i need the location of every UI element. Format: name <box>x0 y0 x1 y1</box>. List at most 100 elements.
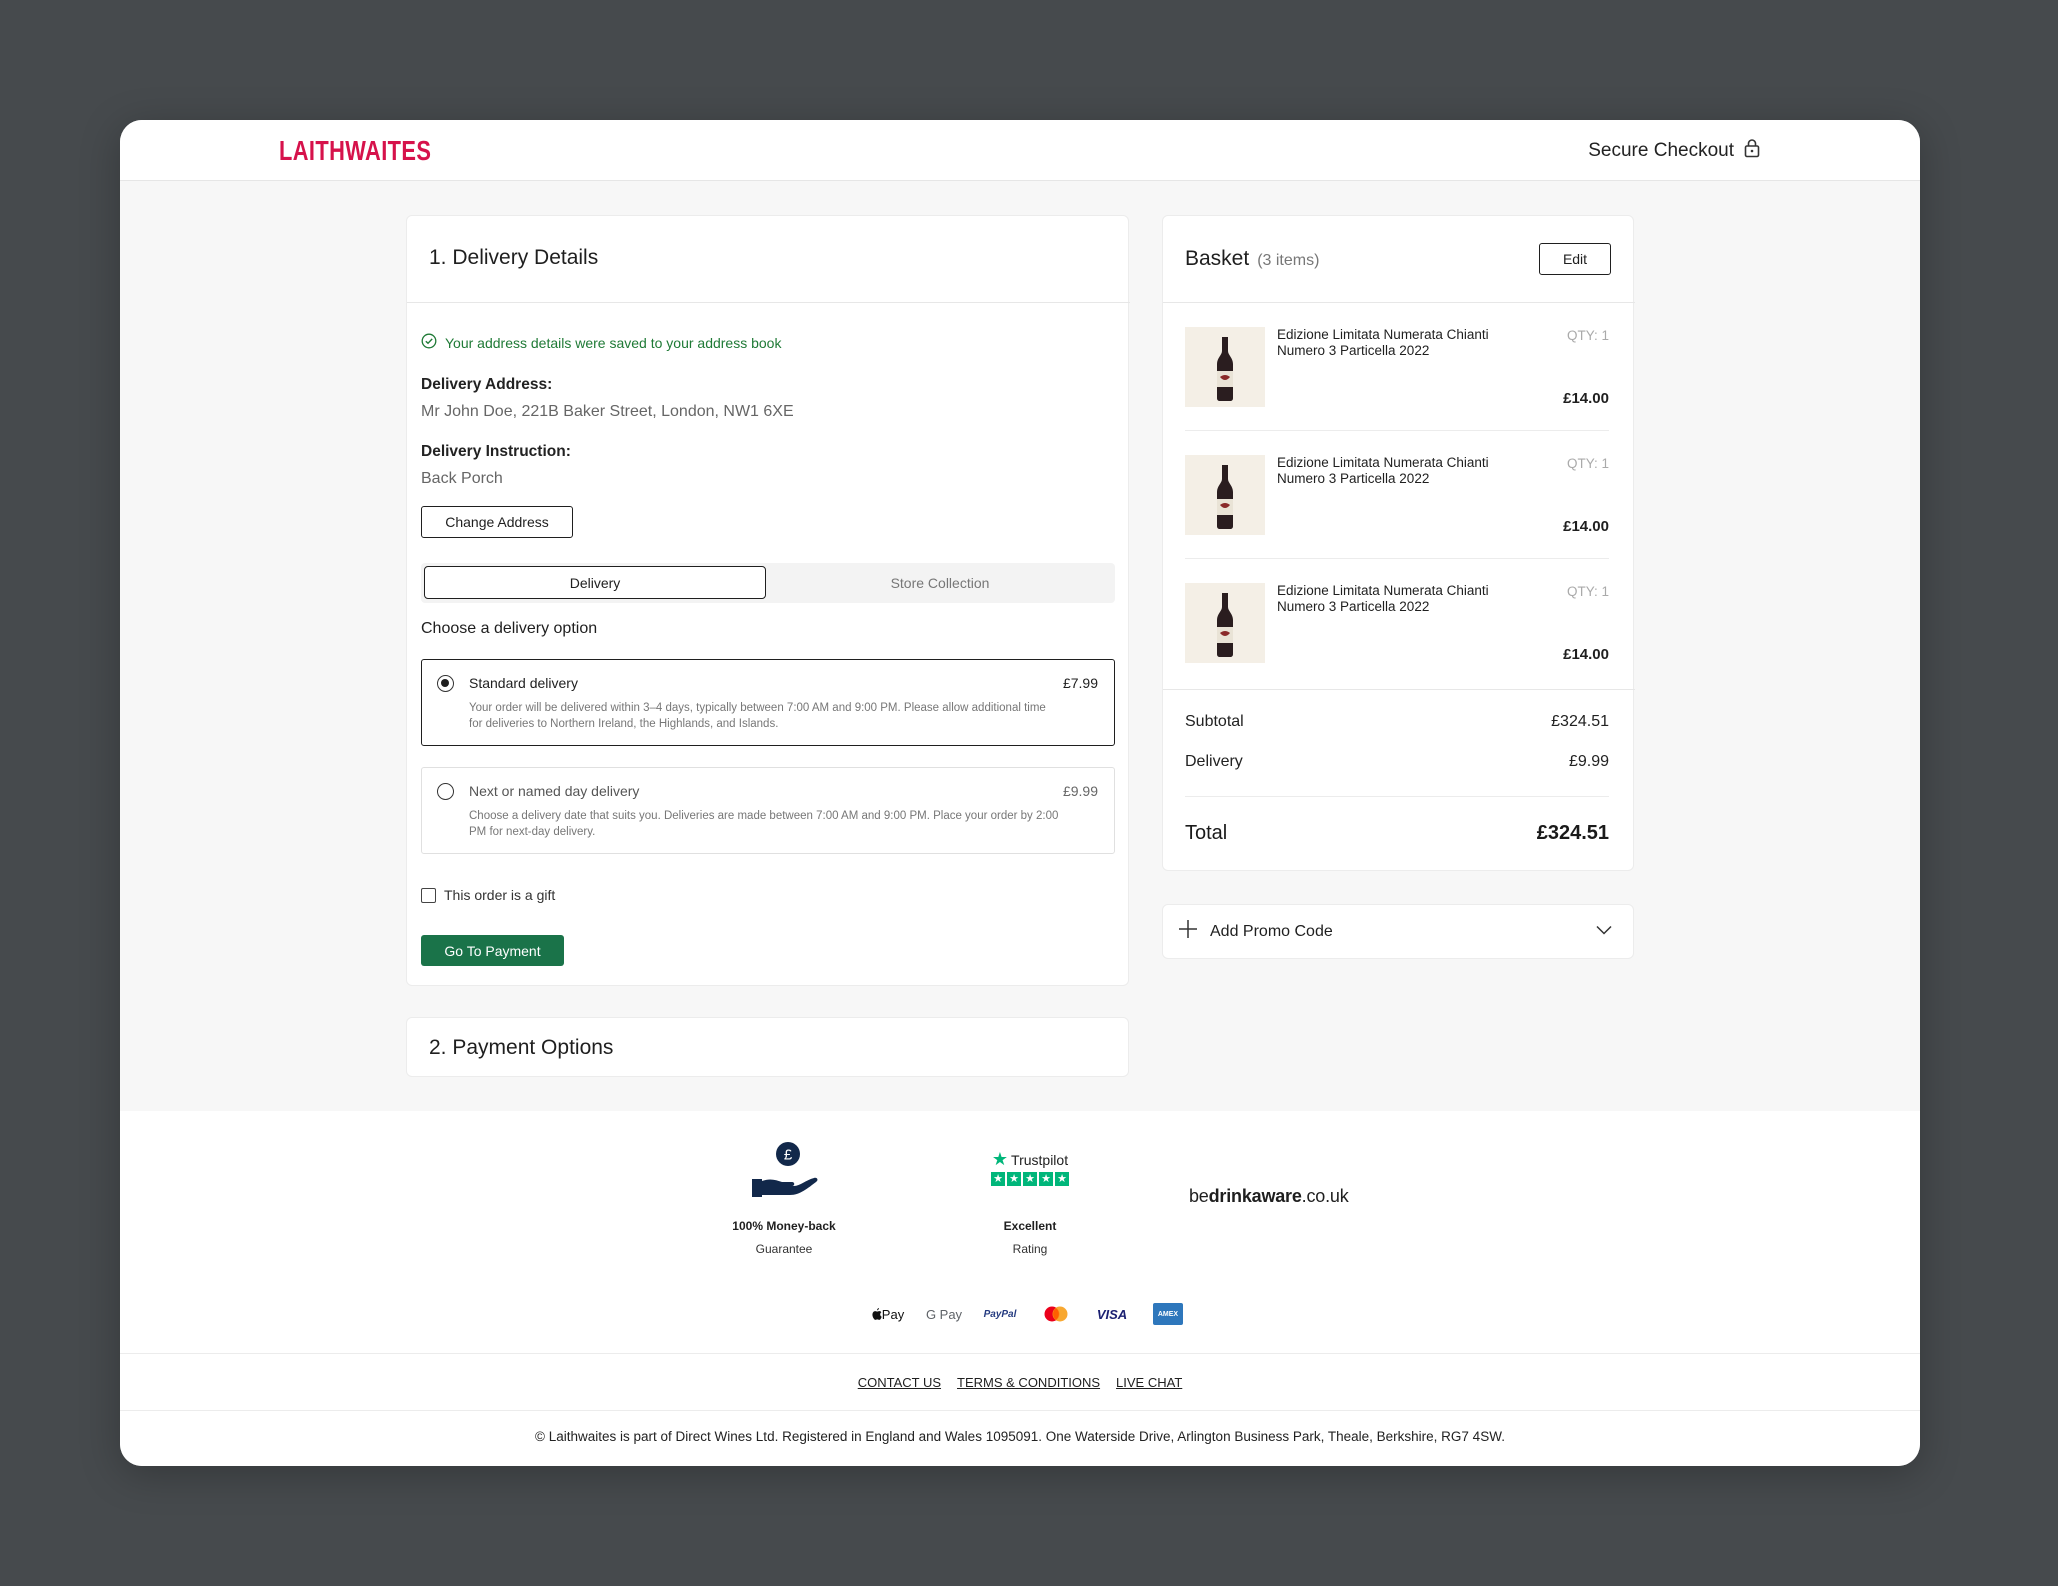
divider <box>407 302 1130 303</box>
site-footer: £ 100% Money-back Guarantee ★ Trustpilot… <box>120 1111 1920 1466</box>
go-to-payment-button[interactable]: Go To Payment <box>421 935 564 966</box>
total-row: Total £324.51 <box>1185 822 1609 845</box>
amex-icon: AMEX <box>1140 1303 1196 1325</box>
trustpilot-badge[interactable]: ★ Trustpilot ★ ★ ★ ★ ★ Excellent Rating <box>970 1149 1090 1256</box>
delivery-details-card: 1. Delivery Details Your address details… <box>406 215 1130 986</box>
visa-icon: VISA <box>1096 1306 1128 1322</box>
gift-checkbox[interactable] <box>421 887 436 903</box>
delivery-option-next-day[interactable]: Next or named day delivery £9.99 Choose … <box>421 767 1115 854</box>
address-saved-text: Your address details were saved to your … <box>445 334 782 351</box>
plus-icon <box>1178 919 1198 944</box>
drinkaware-logo[interactable]: bedrinkaware.co.uk <box>1189 1186 1349 1207</box>
subtotal-value: £324.51 <box>1551 713 1609 730</box>
contact-us-link[interactable]: CONTACT US <box>858 1375 941 1390</box>
item-price: £14.00 <box>1563 646 1609 663</box>
terms-conditions-link[interactable]: TERMS & CONDITIONS <box>957 1375 1100 1390</box>
delivery-cost-row: Delivery £9.99 <box>1185 753 1609 771</box>
item-name: Edizione Limitata Numerata Chianti Numer… <box>1277 583 1489 614</box>
promo-code-card[interactable]: Add Promo Code <box>1162 904 1634 959</box>
secure-checkout-label: Secure Checkout <box>1588 140 1734 161</box>
delivery-cost-value: £9.99 <box>1568 753 1609 770</box>
basket-item-count: (3 items) <box>1257 252 1320 269</box>
gift-option[interactable]: This order is a gift <box>421 887 555 903</box>
payment-methods: Pay G Pay PayPal VISA AMEX <box>860 1303 1196 1325</box>
lock-icon <box>1744 138 1760 164</box>
gift-label: This order is a gift <box>444 887 556 903</box>
delivery-cost-label: Delivery <box>1185 753 1243 770</box>
checkout-window: LAITHWAITES Secure Checkout 1. Delivery … <box>120 120 1920 1466</box>
trustpilot-logo: ★ Trustpilot ★ ★ ★ ★ ★ <box>970 1149 1090 1219</box>
drinkaware-pre: be <box>1189 1186 1209 1206</box>
divider <box>1185 796 1609 797</box>
option-description: Your order will be delivered within 3–4 … <box>469 702 1046 730</box>
total-label: Total <box>1185 822 1228 844</box>
wine-bottle-image <box>1185 455 1265 535</box>
delivery-details-title: 1. Delivery Details <box>429 246 599 269</box>
footer-links: CONTACT US TERMS & CONDITIONS LIVE CHAT <box>120 1375 1920 1390</box>
item-qty: QTY: 1 <box>1566 584 1609 599</box>
divider <box>1163 302 1635 303</box>
subtotal-row: Subtotal £324.51 <box>1185 713 1609 731</box>
svg-text:£: £ <box>784 1147 793 1164</box>
footer-divider <box>120 1410 1920 1411</box>
trustpilot-stars-icon: ★ ★ ★ ★ ★ <box>991 1172 1069 1186</box>
basket-item[interactable]: Edizione Limitata Numerata Chianti Numer… <box>1185 327 1609 407</box>
paypal-icon: PayPal <box>983 1308 1017 1320</box>
item-divider <box>1185 430 1609 431</box>
live-chat-link[interactable]: LIVE CHAT <box>1116 1375 1182 1390</box>
payment-options-title: 2. Payment Options <box>429 1036 614 1059</box>
copyright-text: © Laithwaites is part of Direct Wines Lt… <box>535 1429 1505 1444</box>
radio-standard-delivery[interactable] <box>437 675 454 692</box>
drinkaware-post: .co.uk <box>1301 1186 1349 1206</box>
item-price: £14.00 <box>1563 390 1609 407</box>
item-name: Edizione Limitata Numerata Chianti Numer… <box>1277 455 1489 486</box>
basket-title: Basket <box>1185 247 1250 270</box>
delivery-option-standard[interactable]: Standard delivery £7.99 Your order will … <box>421 659 1115 746</box>
change-address-button[interactable]: Change Address <box>421 506 573 538</box>
choose-delivery-label: Choose a delivery option <box>421 620 598 637</box>
secure-checkout: Secure Checkout <box>1588 138 1760 164</box>
drinkaware-bold: drinkaware <box>1208 1186 1302 1206</box>
apple-pay-label: Pay <box>881 1306 905 1322</box>
money-hand-icon: £ <box>724 1141 844 1219</box>
add-promo-code-label: Add Promo Code <box>1210 922 1333 940</box>
payment-options-card[interactable]: 2. Payment Options <box>406 1017 1129 1077</box>
subtotal-label: Subtotal <box>1185 713 1244 730</box>
trustpilot-star-icon: ★ <box>991 1149 1009 1169</box>
item-qty: QTY: 1 <box>1566 328 1609 343</box>
trustpilot-line2: Rating <box>1012 1242 1048 1256</box>
option-description: Choose a delivery date that suits you. D… <box>469 810 1059 838</box>
add-promo-code[interactable]: Add Promo Code <box>1178 919 1333 944</box>
item-divider <box>1185 558 1609 559</box>
tab-store-collection[interactable]: Store Collection <box>768 566 1112 599</box>
item-name: Edizione Limitata Numerata Chianti Numer… <box>1277 327 1489 358</box>
option-title: Standard delivery <box>469 675 578 691</box>
option-price: £7.99 <box>1062 675 1098 691</box>
option-price: £9.99 <box>1062 783 1098 799</box>
divider <box>1163 689 1635 690</box>
delivery-address-label: Delivery Address: <box>421 376 553 393</box>
option-title: Next or named day delivery <box>469 783 640 799</box>
total-value: £324.51 <box>1536 822 1609 844</box>
wine-bottle-image <box>1185 583 1265 663</box>
basket-item[interactable]: Edizione Limitata Numerata Chianti Numer… <box>1185 583 1609 663</box>
apple-pay-icon: Pay <box>860 1303 916 1325</box>
basket-card: Basket (3 items) Edit Edizione Limitata … <box>1162 215 1635 871</box>
brand-logo[interactable]: LAITHWAITES <box>279 135 431 167</box>
trustpilot-brand: Trustpilot <box>1011 1151 1069 1168</box>
delivery-method-toggle: Delivery Store Collection <box>421 563 1115 603</box>
tab-delivery[interactable]: Delivery <box>424 566 766 599</box>
money-back-line1: 100% Money-back <box>732 1219 836 1233</box>
basket-item[interactable]: Edizione Limitata Numerata Chianti Numer… <box>1185 455 1609 535</box>
delivery-instruction-value: Back Porch <box>421 470 503 487</box>
check-circle-icon <box>421 333 437 352</box>
chevron-down-icon[interactable] <box>1595 921 1613 944</box>
radio-next-day-delivery[interactable] <box>437 783 454 800</box>
basket-header: Basket (3 items) <box>1185 247 1319 271</box>
delivery-instruction-label: Delivery Instruction: <box>421 443 571 460</box>
amex-label: AMEX <box>1153 1303 1183 1325</box>
site-header: LAITHWAITES Secure Checkout <box>120 120 1920 181</box>
money-back-line2: Guarantee <box>755 1242 813 1256</box>
delivery-address-value: Mr John Doe, 221B Baker Street, London, … <box>421 403 794 420</box>
edit-basket-button[interactable]: Edit <box>1539 243 1611 275</box>
